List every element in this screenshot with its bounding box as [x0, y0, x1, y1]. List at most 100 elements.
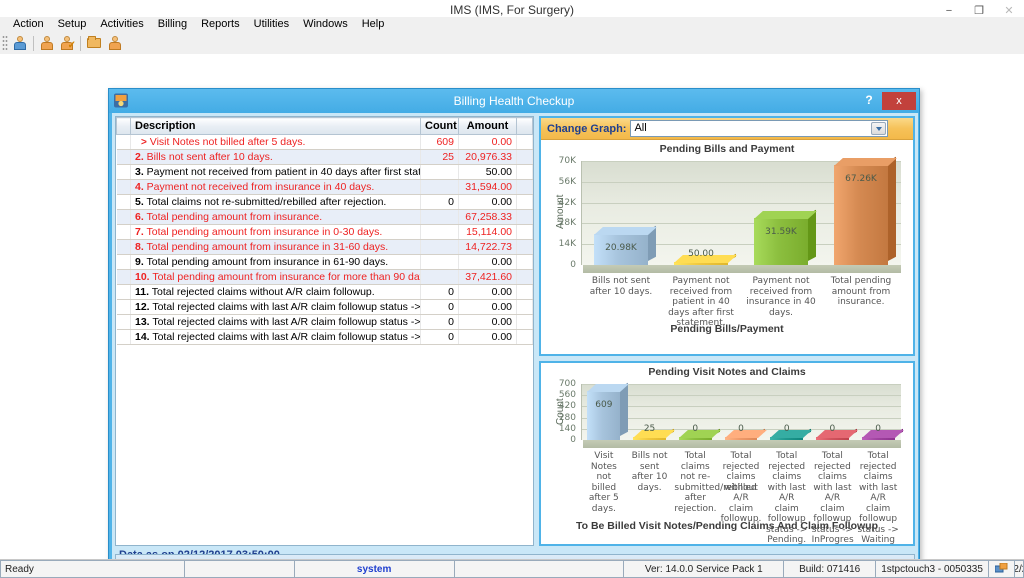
menu-help[interactable]: Help: [355, 17, 392, 32]
x-axis-category-label: Payment not received from insurance in 4…: [746, 276, 816, 318]
chart-bar[interactable]: [673, 253, 738, 265]
row-handle: [116, 179, 131, 195]
row-pad: [516, 149, 533, 165]
row-count: 25: [420, 149, 459, 165]
grid-line: [582, 384, 901, 385]
y-axis-tick: 0: [570, 435, 576, 445]
row-handle: [116, 149, 131, 165]
chart-bar[interactable]: [633, 428, 675, 440]
patient-check-icon[interactable]: ✓: [58, 34, 76, 52]
chart-bar[interactable]: [753, 209, 818, 265]
row-description: 14. Total rejected claims with last A/R …: [130, 329, 421, 345]
row-description: 10. Total pending amount from insurance …: [130, 269, 421, 285]
row-description: > Visit Notes not billed after 5 days.: [130, 134, 421, 150]
col-handle: [116, 117, 131, 135]
table-row[interactable]: > Visit Notes not billed after 5 days. 60…: [116, 134, 533, 150]
open-folder-icon[interactable]: [85, 34, 103, 52]
menu-billing[interactable]: Billing: [151, 17, 194, 32]
col-count[interactable]: Count: [420, 117, 459, 135]
menu-action[interactable]: Action: [6, 17, 51, 32]
menu-windows[interactable]: Windows: [296, 17, 355, 32]
table-row[interactable]: 9. Total pending amount from insurance i…: [116, 254, 533, 270]
folder-person-icon[interactable]: [105, 34, 123, 52]
patient-add-icon[interactable]: [38, 34, 56, 52]
table-row[interactable]: 12. Total rejected claims with last A/R …: [116, 299, 533, 315]
row-count: 0: [420, 299, 459, 315]
menu-setup[interactable]: Setup: [51, 17, 94, 32]
table-row[interactable]: 11. Total rejected claims without A/R cl…: [116, 284, 533, 300]
grid-line: [582, 406, 901, 408]
chart-bar[interactable]: [678, 428, 721, 440]
menu-reports[interactable]: Reports: [194, 17, 247, 32]
table-row[interactable]: 13. Total rejected claims with last A/R …: [116, 314, 533, 330]
chart-bar[interactable]: [861, 428, 904, 440]
menu-activities[interactable]: Activities: [93, 17, 150, 32]
row-handle: [116, 284, 131, 300]
chart-bar[interactable]: [724, 428, 767, 440]
menu-utilities[interactable]: Utilities: [247, 17, 296, 32]
col-pad: [516, 117, 533, 135]
y-axis-tick: 420: [558, 401, 576, 412]
row-handle: [116, 314, 131, 330]
y-axis-tick: 560: [558, 390, 576, 401]
table-row[interactable]: 8. Total pending amount from insurance i…: [116, 239, 533, 255]
change-graph-bar: Change Graph: All: [541, 118, 913, 140]
row-handle: [116, 224, 131, 240]
row-index: 13.: [135, 316, 150, 328]
table-row[interactable]: 4. Payment not received from insurance i…: [116, 179, 533, 195]
chart-bar[interactable]: [815, 428, 858, 440]
row-description: 13. Total rejected claims with last A/R …: [130, 314, 421, 330]
bar-value-label: 0: [783, 424, 790, 434]
table-row[interactable]: 10. Total pending amount from insurance …: [116, 269, 533, 285]
health-checkup-table: Description Count Amount > Visit Notes n…: [116, 117, 533, 345]
row-handle: [116, 239, 131, 255]
y-axis-tick: 280: [558, 412, 576, 423]
chart-title-pending-bills: Pending Bills and Payment: [659, 143, 795, 155]
row-count: 0: [420, 329, 459, 345]
row-index: 10.: [135, 271, 150, 283]
row-count: [420, 224, 459, 240]
row-amount: 14,722.73: [458, 239, 517, 255]
help-button[interactable]: ?: [861, 92, 877, 109]
table-row[interactable]: 6. Total pending amount from insurance. 6…: [116, 209, 533, 225]
row-handle: [116, 209, 131, 225]
chart-floor: [583, 265, 901, 273]
network-icon[interactable]: [989, 560, 1015, 578]
row-handle: [116, 134, 131, 150]
col-amount[interactable]: Amount: [458, 117, 517, 135]
status-date: 02/12/2017: [1015, 560, 1024, 578]
chevron-down-icon[interactable]: [871, 122, 887, 135]
change-graph-label: Change Graph:: [547, 122, 627, 135]
table-row[interactable]: 5. Total claims not re-submitted/rebille…: [116, 194, 533, 210]
table-row[interactable]: 7. Total pending amount from insurance i…: [116, 224, 533, 240]
row-pad: [516, 254, 533, 270]
row-amount: 37,421.60: [458, 269, 517, 285]
bar-value-label: 0: [875, 424, 881, 434]
x-axis-category-label: Total rejected claims with last A/R clai…: [811, 451, 854, 545]
window-close-button[interactable]: x: [882, 92, 916, 110]
y-axis-tick: 42K: [558, 197, 576, 208]
row-count: [420, 164, 459, 180]
row-handle: [116, 299, 131, 315]
bar-top: [833, 158, 898, 167]
change-graph-select[interactable]: All: [630, 120, 889, 137]
row-count: [420, 179, 459, 195]
toolbar-grip[interactable]: [2, 35, 8, 51]
window-title-bar[interactable]: Billing Health Checkup ? x: [109, 89, 919, 113]
bar-top: [753, 211, 818, 220]
chart-bar[interactable]: [770, 428, 813, 440]
row-description: 4. Payment not received from insurance i…: [130, 179, 421, 195]
bar-value-label: 25: [643, 424, 656, 434]
chart-bar[interactable]: [587, 383, 630, 440]
row-amount: 0.00: [458, 314, 517, 330]
patient-icon[interactable]: [11, 34, 29, 52]
row-count: [420, 269, 459, 285]
window-body: Description Count Amount > Visit Notes n…: [112, 113, 918, 578]
application-root: IMS (IMS, For Surgery) − ❐ ✕ Action Setu…: [0, 0, 1024, 578]
table-row[interactable]: 2. Bills not sent after 10 days. 25 20,976…: [116, 149, 533, 165]
table-row[interactable]: 3. Payment not received from patient in …: [116, 164, 533, 180]
row-pad: [516, 239, 533, 255]
table-row[interactable]: 14. Total rejected claims with last A/R …: [116, 329, 533, 345]
x-axis-category-label: Payment not received from patient in 40 …: [668, 276, 734, 328]
col-description[interactable]: Description: [130, 117, 421, 135]
